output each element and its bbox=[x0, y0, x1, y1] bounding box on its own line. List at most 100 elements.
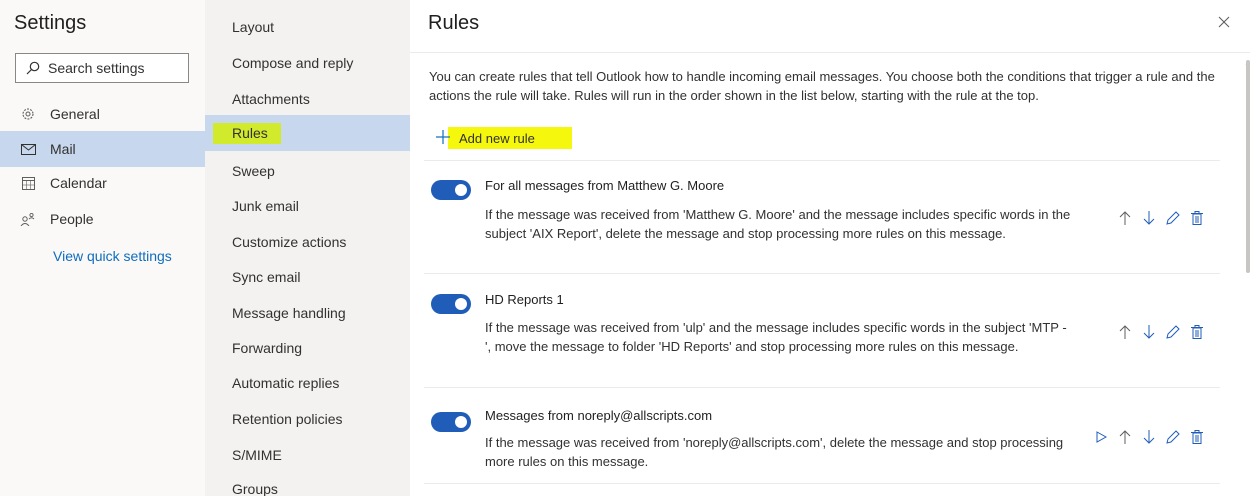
search-placeholder: Search settings bbox=[48, 60, 145, 76]
rule-description: If the message was received from 'Matthe… bbox=[485, 207, 1071, 241]
menu-item-label: Attachments bbox=[232, 91, 310, 107]
search-settings-input[interactable]: Search settings bbox=[15, 53, 189, 83]
menu-item-label: Rules bbox=[232, 125, 268, 141]
nav-item-people[interactable]: People bbox=[0, 201, 205, 237]
add-rule-label: Add new rule bbox=[459, 130, 535, 146]
rule-actions bbox=[1113, 206, 1209, 230]
rule-name: Messages from noreply@allscripts.com bbox=[485, 408, 713, 423]
delete-rule-button[interactable] bbox=[1185, 425, 1209, 449]
trash-icon bbox=[1191, 325, 1203, 339]
arrow-up-icon bbox=[1119, 325, 1131, 339]
rule-actions bbox=[1113, 320, 1209, 344]
nav-item-label: Calendar bbox=[50, 175, 107, 191]
nav-item-label: General bbox=[50, 106, 100, 122]
rule-name: For all messages from Matthew G. Moore bbox=[485, 178, 725, 193]
rule-description: If the message was received from 'norepl… bbox=[485, 435, 1064, 469]
rules-pane: Rules ▲ You can create rules that tell O… bbox=[410, 0, 1250, 496]
move-up-button[interactable] bbox=[1113, 320, 1137, 344]
arrow-down-icon bbox=[1143, 211, 1155, 225]
rule-name: HD Reports 1 bbox=[485, 292, 564, 307]
divider bbox=[424, 273, 1220, 274]
menu-item-message-handling[interactable]: Message handling bbox=[205, 295, 410, 331]
mail-icon bbox=[20, 143, 36, 155]
rule-actions bbox=[1089, 425, 1209, 449]
menu-item-label: Sweep bbox=[232, 163, 275, 179]
nav-item-label: Mail bbox=[50, 141, 76, 157]
delete-rule-button[interactable] bbox=[1185, 206, 1209, 230]
menu-item-groups[interactable]: Groups bbox=[205, 471, 410, 496]
calendar-icon bbox=[20, 176, 36, 190]
toggle-knob bbox=[455, 416, 467, 428]
menu-item-label: Message handling bbox=[232, 305, 346, 321]
delete-rule-button[interactable] bbox=[1185, 320, 1209, 344]
edit-rule-button[interactable] bbox=[1161, 206, 1185, 230]
toggle-knob bbox=[455, 184, 467, 196]
menu-item-label: Junk email bbox=[232, 198, 299, 214]
menu-item-forwarding[interactable]: Forwarding bbox=[205, 330, 410, 366]
run-rule-button[interactable] bbox=[1089, 425, 1113, 449]
search-icon bbox=[26, 61, 40, 75]
menu-item-label: Sync email bbox=[232, 269, 301, 285]
rule-description: If the message was received from 'ulp' a… bbox=[485, 320, 1067, 354]
arrow-down-icon bbox=[1143, 325, 1155, 339]
view-quick-settings-link[interactable]: View quick settings bbox=[53, 248, 172, 264]
menu-item-label: Automatic replies bbox=[232, 375, 340, 391]
menu-item-label: Forwarding bbox=[232, 340, 303, 356]
menu-item-label: Groups bbox=[232, 481, 278, 496]
arrow-up-icon bbox=[1119, 211, 1131, 225]
close-icon bbox=[1218, 16, 1230, 28]
edit-rule-button[interactable] bbox=[1161, 320, 1185, 344]
scrollbar[interactable] bbox=[1246, 60, 1250, 273]
mail-settings-menu: Layout Compose and reply Attachments Rul… bbox=[205, 0, 410, 496]
toggle-knob bbox=[455, 298, 467, 310]
divider bbox=[410, 52, 1250, 53]
gear-icon bbox=[20, 107, 36, 121]
settings-title: Settings bbox=[14, 12, 87, 34]
divider bbox=[424, 160, 1220, 161]
menu-item-layout[interactable]: Layout bbox=[205, 9, 410, 45]
play-icon bbox=[1096, 431, 1107, 443]
edit-rule-button[interactable] bbox=[1161, 425, 1185, 449]
menu-item-junk-email[interactable]: Junk email bbox=[205, 188, 410, 224]
menu-item-label: Customize actions bbox=[232, 234, 347, 250]
menu-item-attachments[interactable]: Attachments bbox=[205, 81, 410, 117]
page-title: Rules bbox=[428, 12, 480, 34]
rule-enabled-toggle[interactable] bbox=[431, 180, 471, 200]
menu-item-rules[interactable]: Rules bbox=[205, 115, 410, 151]
rule-enabled-toggle[interactable] bbox=[431, 294, 471, 314]
menu-item-smime[interactable]: S/MIME bbox=[205, 437, 410, 473]
menu-item-label: Retention policies bbox=[232, 411, 343, 427]
menu-item-compose-and-reply[interactable]: Compose and reply bbox=[205, 45, 410, 81]
menu-item-customize-actions[interactable]: Customize actions bbox=[205, 224, 410, 260]
move-down-button[interactable] bbox=[1137, 206, 1161, 230]
pencil-icon bbox=[1166, 211, 1180, 225]
settings-nav-panel: Settings Search settings General Mail Ca… bbox=[0, 0, 205, 496]
menu-item-automatic-replies[interactable]: Automatic replies bbox=[205, 365, 410, 401]
plus-icon bbox=[436, 127, 450, 150]
add-new-rule-button[interactable]: Add new rule bbox=[436, 127, 572, 150]
nav-item-general[interactable]: General bbox=[0, 96, 205, 132]
menu-item-label: Layout bbox=[232, 19, 275, 35]
move-down-button[interactable] bbox=[1137, 425, 1161, 449]
nav-item-label: People bbox=[50, 211, 94, 227]
pencil-icon bbox=[1166, 325, 1180, 339]
rule-enabled-toggle[interactable] bbox=[431, 412, 471, 432]
nav-item-mail[interactable]: Mail bbox=[0, 131, 205, 167]
menu-item-sweep[interactable]: Sweep bbox=[205, 153, 410, 189]
menu-item-label: Compose and reply bbox=[232, 55, 354, 71]
close-button[interactable] bbox=[1218, 12, 1230, 33]
menu-item-sync-email[interactable]: Sync email bbox=[205, 259, 410, 295]
move-up-button[interactable] bbox=[1113, 206, 1137, 230]
rules-description: You can create rules that tell Outlook h… bbox=[429, 69, 1215, 103]
nav-item-calendar[interactable]: Calendar bbox=[0, 165, 205, 201]
arrow-down-icon bbox=[1143, 430, 1155, 444]
move-down-button[interactable] bbox=[1137, 320, 1161, 344]
pencil-icon bbox=[1166, 430, 1180, 444]
people-icon bbox=[20, 212, 36, 226]
divider bbox=[424, 483, 1220, 484]
move-up-button[interactable] bbox=[1113, 425, 1137, 449]
trash-icon bbox=[1191, 430, 1203, 444]
menu-item-label: S/MIME bbox=[232, 447, 282, 463]
menu-item-retention-policies[interactable]: Retention policies bbox=[205, 401, 410, 437]
divider bbox=[424, 387, 1220, 388]
